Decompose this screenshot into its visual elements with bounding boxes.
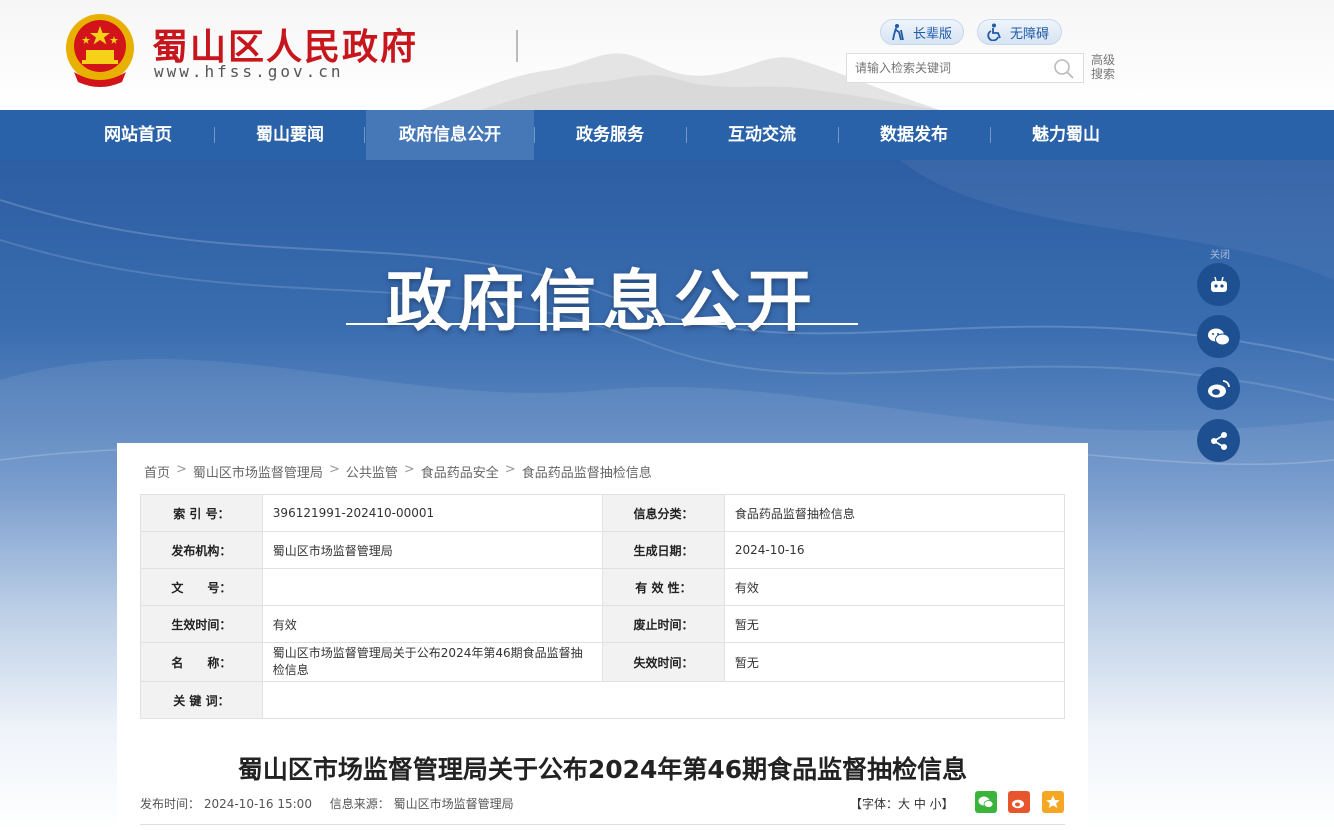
nav-item-services[interactable]: 政务服务 (546, 110, 674, 160)
name-label: 名 称： (140, 642, 263, 682)
search-input[interactable] (847, 54, 1047, 82)
breadcrumb-food-drug-safety[interactable]: 食品药品安全 (421, 462, 499, 481)
font-size-controls[interactable]: 【字体：大 中 小】 (850, 795, 954, 812)
expire-time-label: 失效时间： (602, 642, 725, 682)
breadcrumb-separator: > (176, 462, 187, 477)
site-header: 蜀山区人民政府 www.hfss.gov.cn 长辈版 无障碍 高级搜索 (0, 0, 1334, 110)
doc-no-label: 文 号： (140, 568, 263, 606)
nav-divider (534, 127, 535, 143)
robot-button[interactable] (1197, 263, 1240, 306)
elder-icon (892, 24, 904, 41)
banner-title: 政府信息公开 (386, 263, 818, 340)
search-box (846, 53, 1084, 83)
index-no-label: 索 引 号： (140, 494, 263, 532)
favorite-button[interactable] (1042, 791, 1064, 813)
side-close-label[interactable]: 关闭 (1200, 246, 1240, 261)
nav-item-info-disclosure[interactable]: 政府信息公开 (366, 110, 534, 160)
weibo-icon (1012, 799, 1024, 809)
repeal-time-value: 暂无 (723, 605, 1066, 643)
wechat-icon (1207, 328, 1230, 345)
breadcrumb-separator: > (403, 462, 415, 477)
keywords-label: 关 键 词： (140, 681, 263, 719)
table-row: 发布机构： 蜀山区市场监督管理局 生成日期： 2024-10-16 (140, 531, 1066, 569)
nav-item-charm[interactable]: 魅力蜀山 (1002, 110, 1130, 160)
breadcrumb-separator: > (328, 462, 340, 477)
category-label: 信息分类： (602, 494, 725, 532)
doc-no-value (261, 568, 604, 606)
publish-time: 发布时间： 2024-10-16 15:00 (140, 797, 312, 811)
nav-divider (364, 127, 365, 143)
weibo-icon (1207, 379, 1230, 397)
document-title: 蜀山区市场监督管理局关于公布2024年第46期食品监督抽检信息 (237, 755, 968, 784)
metadata-table: 索 引 号： 396121991-202410-00001 信息分类： 食品药品… (140, 494, 1066, 719)
share-button[interactable] (1197, 419, 1240, 462)
table-row: 名 称： 蜀山区市场监督管理局关于公布2024年第46期食品监督抽检信息 失效时… (140, 642, 1066, 682)
wheelchair-icon (987, 23, 1001, 41)
main-nav: 网站首页 蜀山要闻 政府信息公开 政务服务 互动交流 数据发布 魅力蜀山 (0, 110, 1334, 160)
nav-item-news[interactable]: 蜀山要闻 (226, 110, 354, 160)
wechat-icon (978, 796, 994, 808)
nav-divider (990, 127, 991, 143)
weibo-share-small[interactable] (1008, 791, 1030, 813)
wechat-share-button[interactable] (1197, 315, 1240, 358)
breadcrumb: 首页 > 蜀山区市场监督管理局 > 公共监管 > 食品药品安全 > 食品药品监督抽检信息 (144, 462, 652, 481)
breadcrumb-separator: > (504, 462, 516, 477)
content-divider (140, 824, 1065, 825)
breadcrumb-bureau[interactable]: 蜀山区市场监督管理局 (193, 462, 323, 481)
table-row: 索 引 号： 396121991-202410-00001 信息分类： 食品药品… (140, 494, 1066, 532)
nav-divider (686, 127, 687, 143)
effective-time-value: 有效 (261, 605, 604, 643)
search-icon[interactable] (1053, 58, 1075, 80)
validity-value: 有效 (723, 568, 1066, 606)
table-row: 关 键 词： (140, 681, 1066, 719)
banner-underline (346, 323, 858, 325)
breadcrumb-current[interactable]: 食品药品监督抽检信息 (522, 462, 652, 481)
validity-label: 有 效 性： (602, 568, 725, 606)
publisher-value: 蜀山区市场监督管理局 (261, 531, 604, 569)
weibo-share-button[interactable] (1197, 367, 1240, 410)
nav-item-interaction[interactable]: 互动交流 (698, 110, 826, 160)
nav-item-home[interactable]: 网站首页 (74, 110, 202, 160)
wechat-share-small[interactable] (975, 791, 997, 813)
breadcrumb-public-supervision[interactable]: 公共监管 (346, 462, 398, 481)
name-value: 蜀山区市场监督管理局关于公布2024年第46期食品监督抽检信息 (261, 642, 604, 682)
table-row: 文 号： 有 效 性： 有效 (140, 568, 1066, 606)
category-value: 食品药品监督抽检信息 (723, 494, 1066, 532)
effective-time-label: 生效时间： (140, 605, 263, 643)
index-no-value: 396121991-202410-00001 (261, 494, 604, 532)
keywords-value (261, 681, 1066, 719)
share-icon (1210, 431, 1227, 450)
elder-mode-label: 长辈版 (913, 26, 953, 42)
expire-time-value: 暂无 (723, 642, 1066, 682)
star-icon (1046, 795, 1060, 808)
accessibility-button[interactable]: 无障碍 (977, 19, 1062, 45)
created-date-label: 生成日期： (602, 531, 725, 569)
accessibility-label: 无障碍 (1010, 26, 1050, 42)
nav-divider (214, 127, 215, 143)
breadcrumb-home[interactable]: 首页 (144, 462, 170, 481)
robot-icon (1210, 276, 1227, 292)
nav-item-data[interactable]: 数据发布 (850, 110, 978, 160)
document-info: 发布时间： 2024-10-16 15:00 信息来源： 蜀山区市场监督管理局 (140, 795, 528, 812)
elder-mode-button[interactable]: 长辈版 (880, 19, 964, 45)
info-source: 信息来源： 蜀山区市场监督管理局 (329, 797, 514, 811)
created-date-value: 2024-10-16 (723, 531, 1066, 569)
national-emblem-logo[interactable] (64, 12, 136, 88)
table-row: 生效时间： 有效 废止时间： 暂无 (140, 605, 1066, 643)
advanced-search-link[interactable]: 高级搜索 (1091, 53, 1121, 81)
content-panel: 首页 > 蜀山区市场监督管理局 > 公共监管 > 食品药品安全 > 食品药品监督抽检信息… (117, 443, 1088, 830)
publisher-label: 发布机构： (140, 531, 263, 569)
repeal-time-label: 废止时间： (602, 605, 725, 643)
site-domain: www.hfss.gov.cn (154, 62, 344, 81)
nav-divider (838, 127, 839, 143)
